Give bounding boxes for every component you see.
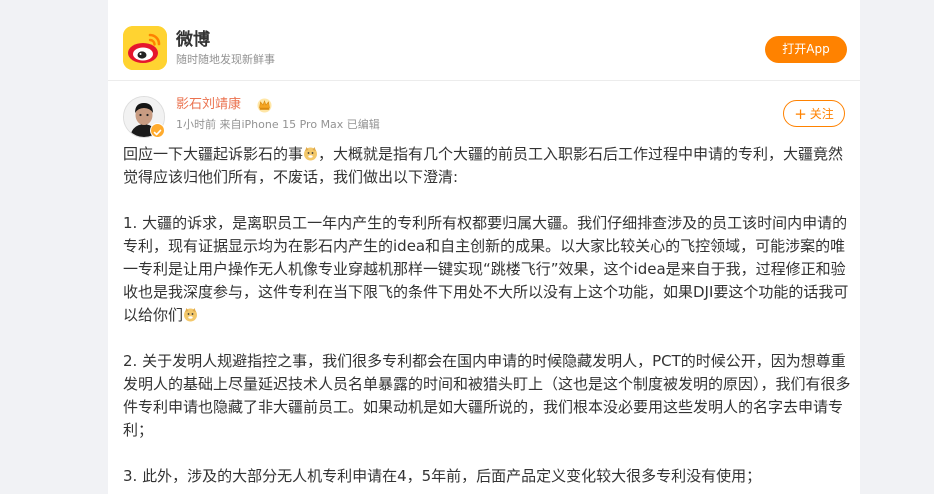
doge-emoji-icon [303, 145, 318, 161]
paragraph-3: 2. 关于发明人规避指控之事，我们很多专利都会在国内申请的时候隐藏发明人，PCT… [123, 352, 851, 439]
follow-button[interactable]: + 关注 [783, 100, 845, 127]
plus-icon: + [794, 105, 807, 123]
paragraph-1: 回应一下大疆起诉影石的事 ，大概就是指有几个大疆的前员工入职影石后工作过程中申请的… [123, 143, 851, 189]
paragraph-4: 3. 此外，涉及的大部分无人机专利申请在4，5年前，后面产品定义变化较大很多专利… [123, 467, 762, 485]
post-body: 回应一下大疆起诉影石的事 ，大概就是指有几个大疆的前员工入职影石后工作过程中申请的… [123, 143, 851, 488]
post-meta: 1小时前 来自iPhone 15 Pro Max 已编辑 [176, 118, 380, 131]
paragraph-2-text: 1. 大疆的诉求，是离职员工一年内产生的专利所有权都要归属大疆。我们仔细排查涉及… [123, 214, 849, 324]
open-app-button[interactable]: 打开App [765, 36, 847, 63]
app-download-bar: 微博 随时随地发现新鲜事 打开App [108, 0, 860, 81]
weibo-card: 微博 随时随地发现新鲜事 打开App 影石刘靖康 1小时前 来自iPhone 1… [108, 0, 860, 494]
doge-emoji-icon [183, 306, 198, 322]
crown-icon [256, 97, 273, 113]
app-slogan: 随时随地发现新鲜事 [176, 53, 275, 66]
author-name[interactable]: 影石刘靖康 [176, 96, 241, 114]
weibo-logo-icon [123, 26, 167, 70]
follow-label: 关注 [809, 107, 834, 121]
paragraph-2: 1. 大疆的诉求，是离职员工一年内产生的专利所有权都要归属大疆。我们仔细排查涉及… [123, 212, 851, 327]
paragraph-1-text-a: 回应一下大疆起诉影石的事 [123, 145, 304, 163]
verified-badge-icon [150, 123, 165, 138]
app-name: 微博 [176, 30, 210, 50]
